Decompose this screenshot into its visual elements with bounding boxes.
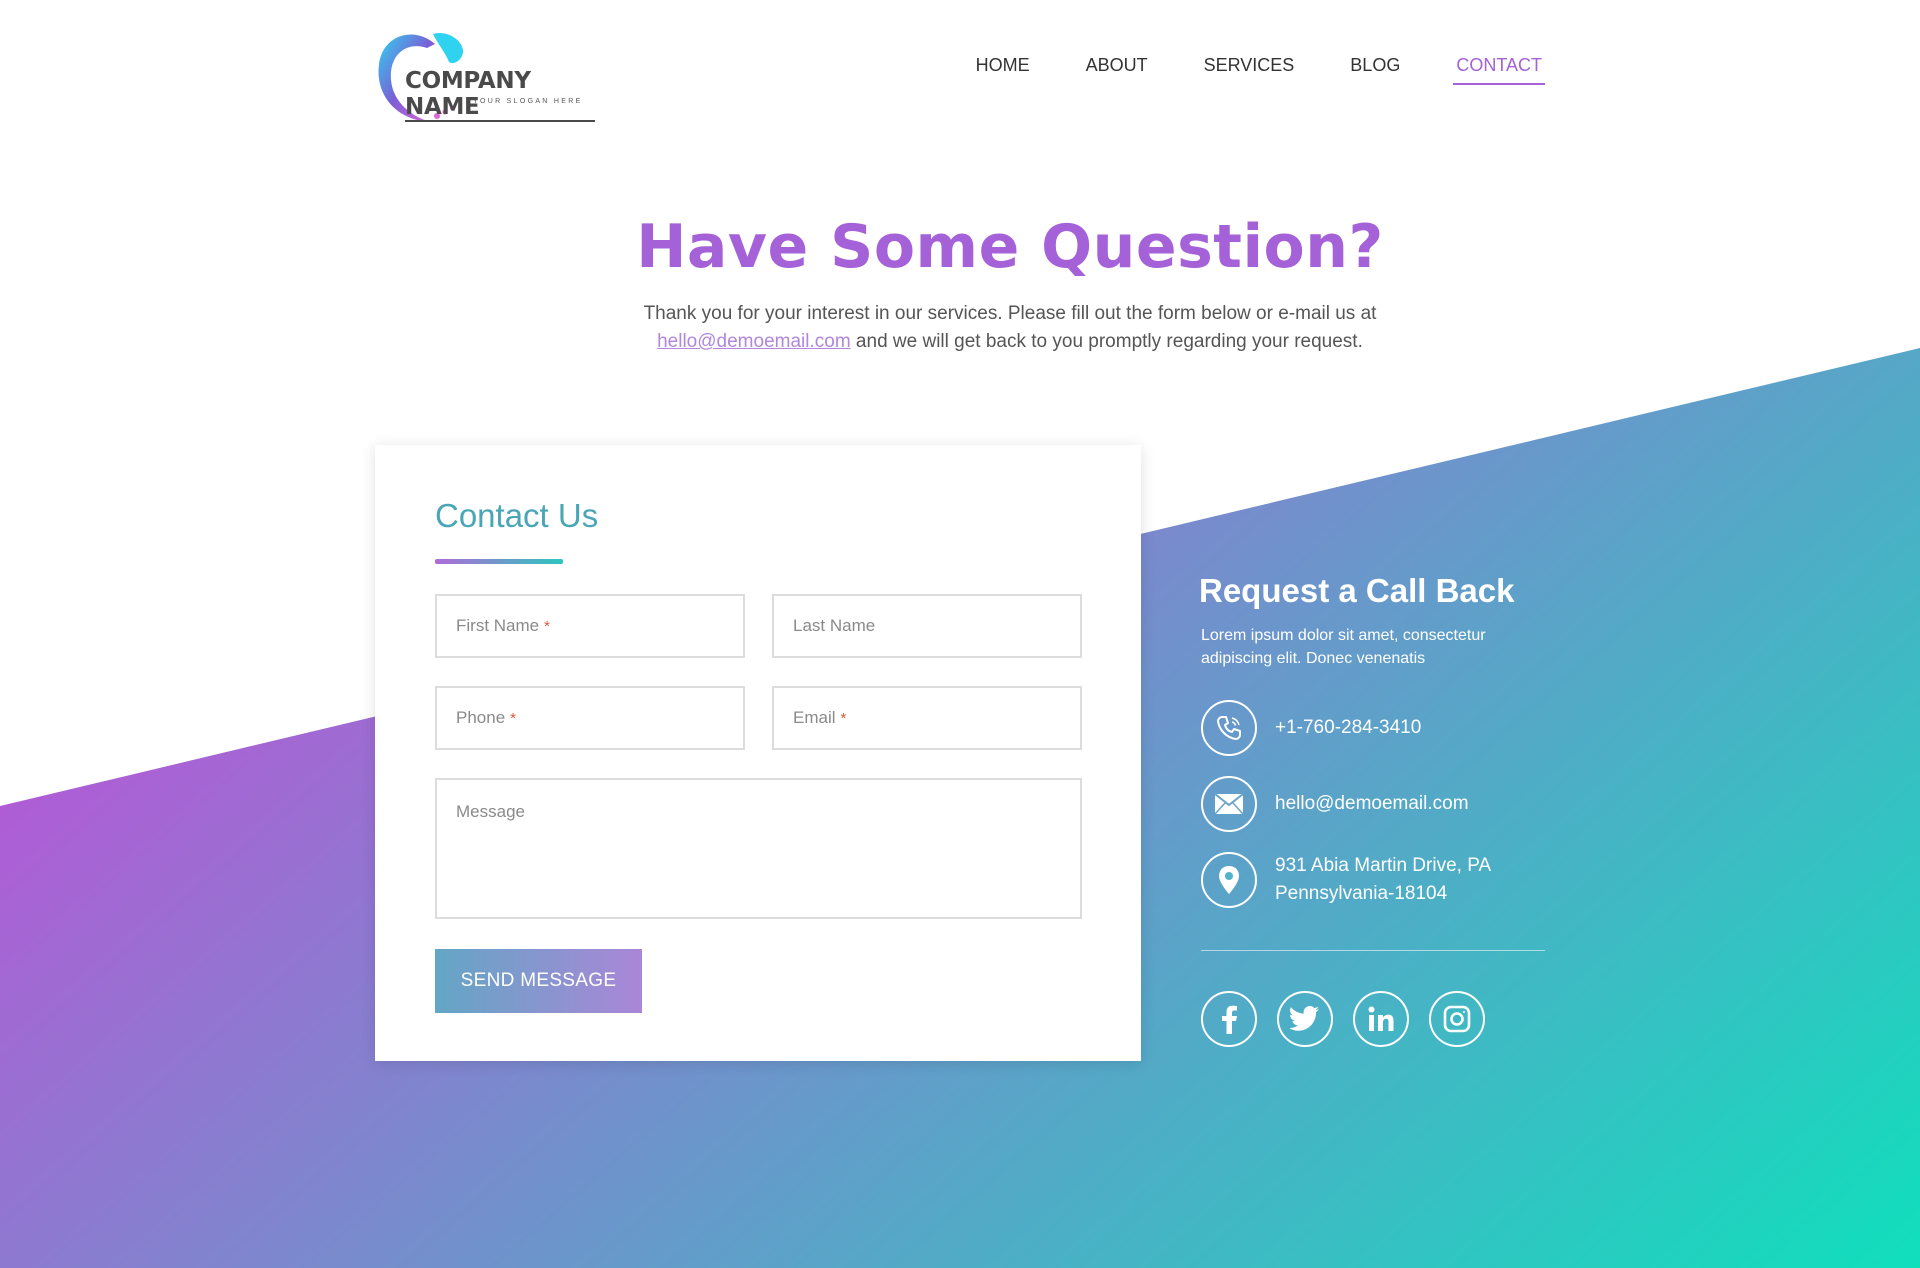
- email-field[interactable]: Email *: [772, 686, 1082, 750]
- contact-form-card: Contact Us First Name * Last Name Phone * …: [375, 445, 1141, 1061]
- last-name-placeholder: Last Name: [793, 616, 876, 635]
- callback-title: Request a Call Back: [1199, 572, 1515, 609]
- address-line1: 931 Abia Martin Drive, PA: [1275, 855, 1492, 876]
- page-container: COMPANY NAME YOUR SLOGAN HERE HOME ABOUT…: [375, 0, 1545, 1268]
- linkedin-icon[interactable]: [1353, 991, 1409, 1047]
- company-slogan: YOUR SLOGAN HERE: [473, 98, 583, 105]
- nav-home[interactable]: HOME: [973, 52, 1033, 85]
- phone-placeholder: Phone: [456, 708, 506, 727]
- required-mark: *: [544, 617, 550, 635]
- required-mark: *: [510, 709, 517, 727]
- message-placeholder: Message: [456, 802, 525, 821]
- phone-icon: [1201, 700, 1257, 756]
- hero-email-link[interactable]: hello@demoemail.com: [657, 331, 851, 352]
- mail-icon: [1201, 776, 1257, 832]
- main-nav: HOME ABOUT SERVICES BLOG CONTACT: [923, 52, 1545, 85]
- nav-blog[interactable]: BLOG: [1347, 52, 1403, 85]
- hero-text-line2: and we will get back to you promptly reg…: [850, 331, 1363, 352]
- last-name-field[interactable]: Last Name: [772, 594, 1082, 658]
- form-title: Contact Us: [435, 497, 599, 534]
- location-pin-icon: [1201, 852, 1257, 908]
- instagram-icon[interactable]: [1429, 991, 1485, 1047]
- form-title-underline: [435, 559, 563, 564]
- twitter-icon[interactable]: [1277, 991, 1333, 1047]
- message-field[interactable]: Message: [435, 778, 1082, 919]
- company-name: COMPANY NAME: [405, 68, 595, 122]
- company-logo[interactable]: COMPANY NAME YOUR SLOGAN HERE: [375, 24, 595, 128]
- social-links: [1201, 991, 1485, 1047]
- send-message-button[interactable]: SEND MESSAGE: [435, 949, 642, 1013]
- phone-number: +1-760-284-3410: [1275, 717, 1422, 738]
- contact-email: hello@demoemail.com: [1275, 793, 1469, 814]
- hero-text-line1: Thank you for your interest in our servi…: [643, 303, 1377, 324]
- email-row[interactable]: hello@demoemail.com: [1201, 776, 1469, 832]
- address-row[interactable]: 931 Abia Martin Drive, PA Pennsylvania-1…: [1201, 852, 1491, 908]
- address-line2: Pennsylvania-18104: [1275, 883, 1448, 904]
- hero-description: Thank you for your interest in our servi…: [375, 300, 1645, 356]
- first-name-field[interactable]: First Name *: [435, 594, 745, 658]
- nav-services[interactable]: SERVICES: [1201, 52, 1298, 85]
- info-divider: [1201, 950, 1545, 951]
- phone-field[interactable]: Phone *: [435, 686, 745, 750]
- first-name-placeholder: First Name: [456, 616, 540, 635]
- required-mark: *: [840, 709, 847, 727]
- phone-row[interactable]: +1-760-284-3410: [1201, 700, 1421, 756]
- nav-contact[interactable]: CONTACT: [1453, 52, 1545, 85]
- email-placeholder: Email: [793, 708, 836, 727]
- address: 931 Abia Martin Drive, PA Pennsylvania-1…: [1275, 852, 1491, 908]
- nav-about[interactable]: ABOUT: [1083, 52, 1151, 85]
- callback-description: Lorem ipsum dolor sit amet, consectetur …: [1201, 627, 1486, 667]
- page-title: Have Some Question?: [636, 212, 1384, 282]
- facebook-icon[interactable]: [1201, 991, 1257, 1047]
